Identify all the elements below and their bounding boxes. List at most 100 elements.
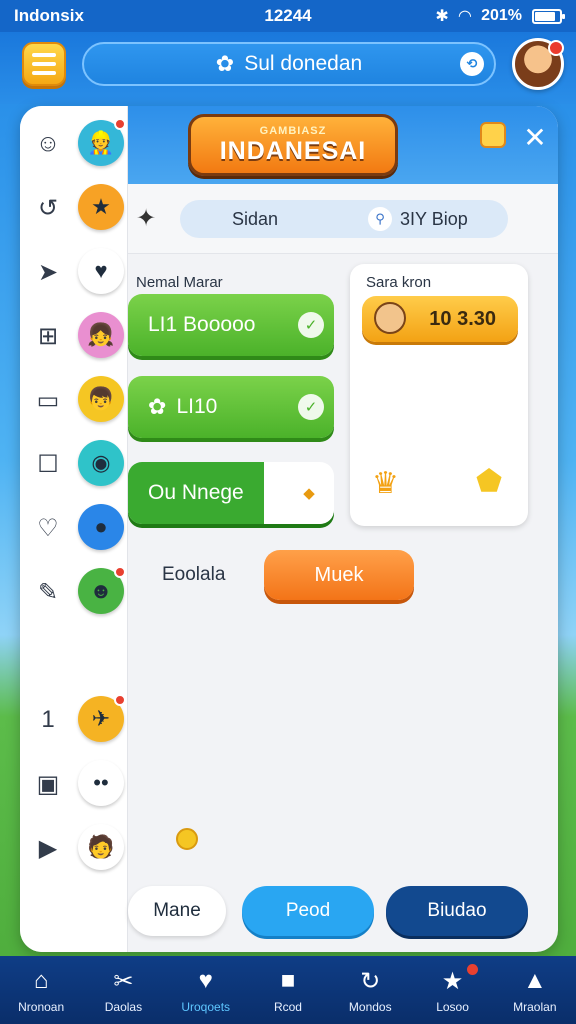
segment-control: Sidan ⚲ 3IY Biop [180, 200, 508, 238]
coin-reward-button[interactable]: 10 3.30 [362, 296, 518, 342]
send-icon[interactable]: ➤ [32, 256, 64, 288]
rail-avatar[interactable]: ♥ [78, 248, 124, 294]
nav-item-cube[interactable]: ■ Rcod [247, 956, 329, 1024]
game-logo: GAMBIASZ INDANESAI [188, 114, 398, 176]
rail-item[interactable]: ✎ ☻ [20, 562, 128, 622]
battery-icon [532, 8, 566, 24]
sub-toolbar: ✦ Sidan ⚲ 3IY Biop [128, 184, 558, 254]
rail-item[interactable]: ☺ 👷 [20, 114, 128, 174]
tooth-icon: ♥ [198, 967, 213, 994]
rail-avatar[interactable]: 🧑 [78, 824, 124, 870]
rail-avatar[interactable]: 👧 [78, 312, 124, 358]
rail-item[interactable] [20, 626, 128, 686]
shield-icon[interactable]: ⬟ [476, 464, 502, 499]
rail-avatar[interactable]: ★ [78, 184, 124, 230]
check-icon: ✓ [298, 312, 324, 338]
mane-button[interactable]: Mane [128, 886, 226, 936]
rail-item[interactable]: 1 ✈ [20, 690, 128, 750]
refresh-icon: ↻ [360, 967, 381, 995]
number-icon[interactable]: 1 [32, 704, 64, 736]
nav-item-star[interactable]: ★ Losoo [411, 956, 493, 1024]
tower-icon: ▲ [522, 967, 547, 994]
reward-card: Sara kron 10 3.30 ♛ ⬟ [350, 264, 528, 526]
nav-item-home[interactable]: ⌂ Nronoan [0, 956, 82, 1024]
character-icon [374, 302, 406, 334]
rail-avatar[interactable]: ● [78, 504, 124, 550]
pin-icon[interactable]: ✦ [136, 204, 156, 233]
peod-button[interactable]: Peod [242, 886, 374, 936]
action-label: Eoolala [162, 564, 226, 585]
search-text: Sul donedan [244, 52, 363, 75]
tab-biop[interactable]: ⚲ 3IY Biop [330, 207, 508, 231]
menu-button[interactable] [22, 42, 66, 86]
rail-avatar[interactable]: ◉ [78, 440, 124, 486]
grid-icon[interactable]: ⊞ [32, 320, 64, 352]
clock: 12244 [264, 6, 312, 25]
square-icon[interactable]: ☐ [32, 448, 64, 480]
nav-label: Rcod [273, 1000, 302, 1014]
cube-icon: ■ [280, 967, 296, 994]
notification-dot [466, 964, 478, 975]
search-bar[interactable]: ✿ Sul donedan ⟲ [82, 42, 496, 86]
trophy-icon[interactable]: ♛ [372, 466, 399, 501]
rail-item[interactable]: ▣ •• [20, 754, 128, 814]
blank-icon[interactable] [32, 640, 64, 672]
edit-icon[interactable]: ✎ [32, 576, 64, 608]
rail-item[interactable]: ⊞ 👧 [20, 306, 128, 366]
home-icon: ⌂ [33, 967, 49, 994]
rail-item[interactable]: ☐ ◉ [20, 434, 128, 494]
profile-avatar[interactable] [512, 38, 564, 90]
heart-icon[interactable]: ♡ [32, 512, 64, 544]
biudao-button[interactable]: Biudao [386, 886, 528, 936]
clipboard-icon[interactable]: ▭ [32, 384, 64, 416]
reward-button-2[interactable]: ✿ LI10 ✓ [128, 376, 334, 438]
bottom-nav: ⌂ Nronoan ✂ Daolas ♥ Uroqoets ■ Rcod ↻ Mondos ★ Los… [0, 956, 576, 1024]
notification-dot [114, 694, 126, 706]
bluetooth-icon: ✱ [435, 8, 449, 25]
muek-button[interactable]: Muek [264, 550, 414, 600]
tools-icon: ✂ [113, 967, 134, 995]
content-panel: GAMBIASZ INDANESAI ✕ ✦ Sidan ⚲ 3IY Biop … [128, 106, 558, 952]
coin-icon[interactable] [176, 828, 198, 850]
app-name: Indonsix [14, 6, 84, 25]
rail-avatar[interactable]: 👦 [78, 376, 124, 422]
rail-avatar[interactable]: •• [78, 760, 124, 806]
gift-icon[interactable] [480, 122, 506, 148]
card-title: Sara kron [366, 274, 432, 291]
close-button[interactable]: ✕ [518, 120, 552, 154]
reward-button-3[interactable]: Ou Nnege ◆ [128, 462, 334, 524]
check-icon: ✓ [298, 394, 324, 420]
banner: GAMBIASZ INDANESAI ✕ [128, 106, 558, 184]
image-icon[interactable]: ▣ [32, 768, 64, 800]
nav-label: Mondos [348, 1000, 392, 1014]
nav-item-refresh[interactable]: ↻ Mondos [329, 956, 411, 1024]
plant-icon: ✿ [148, 394, 167, 419]
rail-item[interactable]: ▶ 🧑 [20, 818, 128, 878]
rail-item[interactable]: ▭ 👦 [20, 370, 128, 430]
tab-sidan[interactable]: Sidan [180, 209, 330, 230]
reward-button-1[interactable]: LI1 Booooo ✓ [128, 294, 334, 356]
smiley-icon[interactable]: ☺ [32, 128, 64, 160]
rail-item[interactable]: ↺ ★ [20, 178, 128, 238]
nav-label: Losoo [436, 1000, 469, 1014]
wifi-icon: ◠ [458, 8, 472, 25]
gear-icon: ✿ [215, 51, 235, 76]
nav-label: Nronoan [18, 1000, 65, 1014]
badge-icon: ◆ [296, 480, 322, 506]
search-icon[interactable]: ⟲ [460, 52, 484, 76]
refresh-icon[interactable]: ↺ [32, 192, 64, 224]
side-rail: ☺ 👷 ↺ ★ ➤ ♥ ⊞ 👧 ▭ 👦 ☐ ◉ ♡ ● ✎ ☻ 1 ✈ ▣ •• ▶ 🧑 [20, 106, 128, 952]
play-icon[interactable]: ▶ [32, 832, 64, 864]
rail-item[interactable]: ♡ ● [20, 498, 128, 558]
section-title-left: Nemal Marar [136, 274, 223, 291]
rail-item[interactable]: ➤ ♥ [20, 242, 128, 302]
nav-item-tower[interactable]: ▲ Mraolan [494, 956, 576, 1024]
main-panel: ☺ 👷 ↺ ★ ➤ ♥ ⊞ 👧 ▭ 👦 ☐ ◉ ♡ ● ✎ ☻ 1 ✈ ▣ •• ▶ 🧑 GAMBIASZ INDANES… [20, 106, 558, 952]
nav-item-tools[interactable]: ✂ Daolas [82, 956, 164, 1024]
status-bar: Indonsix 12244 ✱ ◠ 201% [0, 0, 576, 32]
notification-dot [114, 566, 126, 578]
top-bar: ✿ Sul donedan ⟲ [0, 32, 576, 104]
star-icon: ★ [441, 967, 464, 995]
nav-label: Uroqoets [181, 1000, 231, 1014]
nav-item-tooth[interactable]: ♥ Uroqoets [165, 956, 247, 1024]
